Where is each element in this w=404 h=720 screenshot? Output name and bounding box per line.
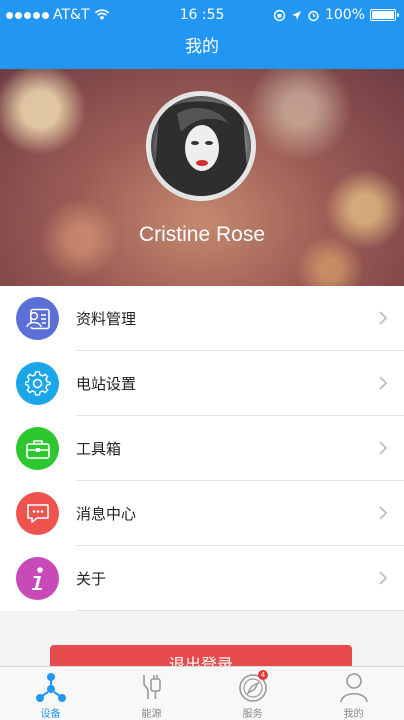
divider — [76, 610, 404, 611]
tab-energy[interactable]: 能源 — [101, 667, 202, 720]
menu-item-label: 资料管理 — [76, 310, 137, 328]
menu-item-about[interactable]: 关于 — [0, 546, 404, 611]
battery-percent: 100% — [324, 7, 365, 23]
notification-badge: 4 — [258, 670, 268, 680]
icon-circle — [16, 427, 59, 470]
orientation-lock-icon — [273, 9, 286, 21]
energy-plug-icon — [142, 675, 161, 699]
tab-label: 服务 — [242, 709, 263, 720]
tab-devices[interactable]: 设备 — [0, 667, 101, 720]
status-bar: AT&T 16 :55 100% — [0, 0, 404, 32]
gear-icon — [24, 370, 51, 396]
icon-circle — [16, 297, 59, 340]
page-title: 我的 — [185, 37, 219, 57]
avatar[interactable] — [146, 91, 256, 201]
tab-label: 我的 — [343, 709, 364, 720]
menu-item-label: 电站设置 — [76, 375, 137, 393]
icon-circle — [16, 362, 59, 405]
menu-item-station-settings[interactable]: 电站设置 — [0, 351, 404, 416]
tab-bar: 设备 能源 4 服务 我的 — [0, 666, 404, 720]
menu-item-label: 工具箱 — [76, 440, 122, 458]
profile-card-icon — [25, 308, 50, 329]
icon-circle — [16, 557, 59, 600]
location-arrow-icon — [291, 10, 301, 20]
menu-item-profile-management[interactable]: 资料管理 — [0, 286, 404, 351]
tab-mine[interactable]: 我的 — [303, 667, 404, 720]
tab-label: 设备 — [40, 709, 61, 720]
icon-circle — [16, 492, 59, 535]
chevron-right-icon — [379, 571, 388, 585]
user-name: Cristine Rose — [138, 223, 266, 246]
settings-menu: 资料管理 电站设置 工具箱 消息中心 关于 — [0, 286, 404, 611]
toolbox-icon — [25, 439, 50, 459]
tab-service[interactable]: 4 服务 — [202, 667, 303, 720]
user-icon — [339, 673, 368, 703]
menu-item-label: 消息中心 — [76, 505, 137, 523]
menu-item-toolbox[interactable]: 工具箱 — [0, 416, 404, 481]
message-icon — [26, 503, 49, 523]
nav-bar: 我的 — [0, 32, 404, 69]
battery-icon — [370, 9, 399, 21]
alarm-clock-icon — [308, 10, 319, 21]
chevron-right-icon — [379, 506, 388, 520]
tab-label: 能源 — [141, 709, 162, 720]
device-network-icon — [35, 673, 66, 702]
chevron-right-icon — [379, 311, 388, 325]
info-icon — [31, 566, 43, 590]
status-right: 100% — [273, 7, 399, 23]
chevron-right-icon — [379, 441, 388, 455]
menu-item-label: 关于 — [76, 570, 107, 588]
avatar-portrait-image — [153, 101, 249, 196]
menu-item-message-center[interactable]: 消息中心 — [0, 481, 404, 546]
chevron-right-icon — [379, 376, 388, 390]
profile-header: Cristine Rose — [0, 69, 404, 286]
